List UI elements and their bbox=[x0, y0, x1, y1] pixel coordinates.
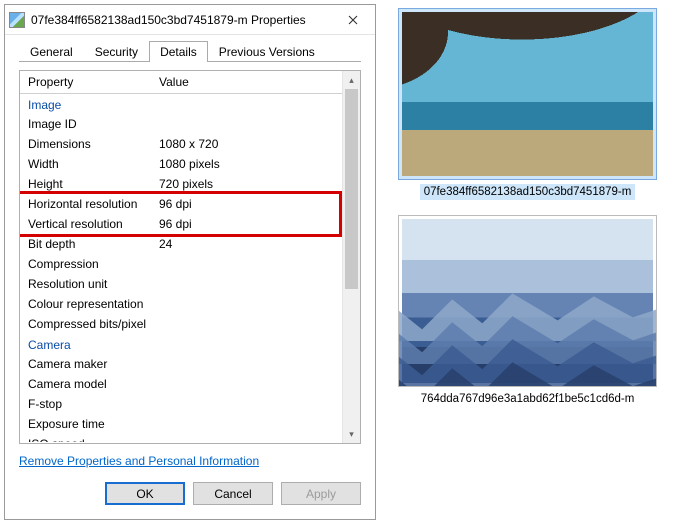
row-width[interactable]: Width1080 pixels bbox=[20, 154, 342, 174]
section-camera: Camera bbox=[20, 334, 342, 354]
row-colour-representation[interactable]: Colour representation bbox=[20, 294, 342, 314]
row-compression[interactable]: Compression bbox=[20, 254, 342, 274]
close-button[interactable] bbox=[331, 5, 375, 34]
highlight-box: Horizontal resolution96 dpi Vertical res… bbox=[20, 191, 342, 237]
row-f-stop[interactable]: F-stop bbox=[20, 394, 342, 414]
thumbnail-image-2 bbox=[398, 215, 657, 387]
row-resolution-unit[interactable]: Resolution unit bbox=[20, 274, 342, 294]
thumbnail-caption-2: 764dda767d96e3a1abd62f1be5c1cd6d-m bbox=[421, 391, 635, 407]
scroll-track[interactable] bbox=[343, 89, 360, 425]
image-file-icon bbox=[9, 12, 25, 28]
details-panel: Property Value Image Image ID Dimensions… bbox=[19, 70, 361, 444]
row-vertical-resolution[interactable]: Vertical resolution96 dpi bbox=[20, 214, 339, 234]
section-image: Image bbox=[20, 94, 342, 114]
window-title: 07fe384ff6582138ad150c3bd7451879-m Prope… bbox=[31, 13, 331, 27]
properties-dialog: 07fe384ff6582138ad150c3bd7451879-m Prope… bbox=[4, 4, 376, 520]
thumbnail[interactable]: 764dda767d96e3a1abd62f1be5c1cd6d-m bbox=[393, 211, 662, 405]
remove-properties-link[interactable]: Remove Properties and Personal Informati… bbox=[19, 454, 259, 468]
column-headers: Property Value bbox=[20, 71, 342, 94]
tab-details[interactable]: Details bbox=[149, 41, 208, 62]
row-camera-model[interactable]: Camera model bbox=[20, 374, 342, 394]
row-iso-speed[interactable]: ISO speed bbox=[20, 434, 342, 442]
row-exposure-time[interactable]: Exposure time bbox=[20, 414, 342, 434]
tab-general[interactable]: General bbox=[19, 41, 84, 62]
row-compressed-bits-pixel[interactable]: Compressed bits/pixel bbox=[20, 314, 342, 334]
row-height[interactable]: Height720 pixels bbox=[20, 174, 342, 194]
tab-strip: General Security Details Previous Versio… bbox=[5, 37, 375, 62]
apply-button[interactable]: Apply bbox=[281, 482, 361, 505]
vertical-scrollbar[interactable]: ▴ ▾ bbox=[342, 71, 360, 443]
tab-security[interactable]: Security bbox=[84, 41, 149, 62]
tab-previous-versions[interactable]: Previous Versions bbox=[208, 41, 326, 62]
thumbnail-selected[interactable]: 07fe384ff6582138ad150c3bd7451879-m bbox=[393, 4, 662, 200]
dialog-buttons: OK Cancel Apply bbox=[5, 468, 375, 519]
row-camera-maker[interactable]: Camera maker bbox=[20, 354, 342, 374]
ok-button[interactable]: OK bbox=[105, 482, 185, 505]
close-icon bbox=[348, 15, 358, 25]
scroll-down-icon[interactable]: ▾ bbox=[343, 425, 360, 443]
scroll-thumb[interactable] bbox=[345, 89, 358, 289]
titlebar: 07fe384ff6582138ad150c3bd7451879-m Prope… bbox=[5, 5, 375, 35]
property-list: Property Value Image Image ID Dimensions… bbox=[19, 70, 361, 444]
thumbnail-image-1 bbox=[398, 8, 657, 180]
header-value: Value bbox=[155, 75, 342, 89]
row-horizontal-resolution[interactable]: Horizontal resolution96 dpi bbox=[20, 194, 339, 214]
row-bit-depth[interactable]: Bit depth24 bbox=[20, 234, 342, 254]
header-property: Property bbox=[20, 75, 155, 89]
cancel-button[interactable]: Cancel bbox=[193, 482, 273, 505]
thumbnail-caption-1: 07fe384ff6582138ad150c3bd7451879-m bbox=[420, 184, 636, 200]
scroll-up-icon[interactable]: ▴ bbox=[343, 71, 360, 89]
row-dimensions[interactable]: Dimensions1080 x 720 bbox=[20, 134, 342, 154]
row-image-id[interactable]: Image ID bbox=[20, 114, 342, 134]
